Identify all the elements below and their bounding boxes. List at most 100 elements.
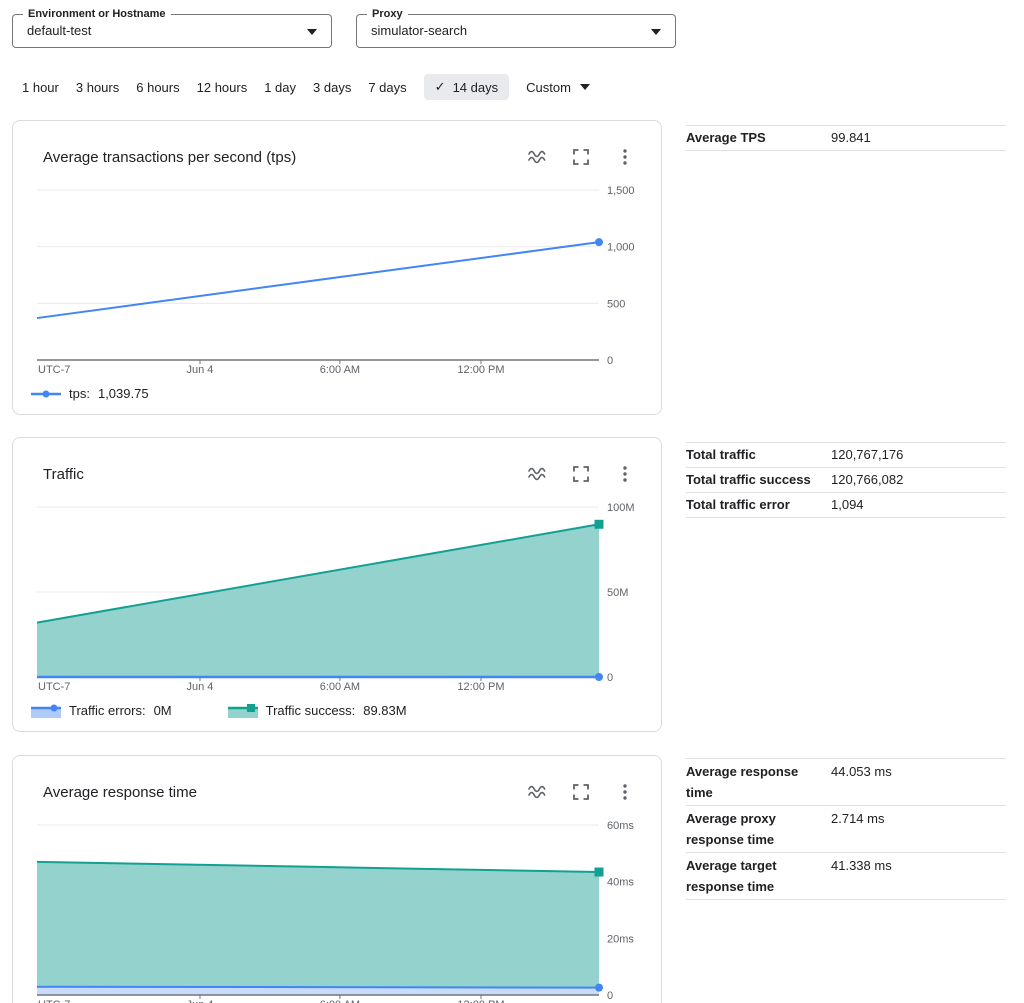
card-average-response-time: Average response time UTC-7Jun 46:00 AM1… [12,755,662,1003]
time-range-label: Custom [526,80,571,95]
svg-text:Jun 4: Jun 4 [187,681,214,693]
time-range-label: 1 hour [22,80,59,95]
svg-text:Jun 4: Jun 4 [187,364,214,376]
stat-value: 99.841 [831,130,1006,146]
time-range-custom[interactable]: Custom [526,75,590,100]
legend-swatch-icon [31,387,61,401]
legend-tps[interactable]: tps: 1,039.75 [31,386,149,401]
time-range-label: 7 days [368,80,406,95]
stat-label: Average TPS [686,130,831,146]
fullscreen-icon[interactable] [571,147,591,167]
stat-value: 44.053 ms [831,761,1006,803]
time-range-label: 3 days [313,80,351,95]
time-range-1-hour[interactable]: 1 hour [22,75,59,100]
legend-value: 1,039.75 [98,386,149,401]
svg-text:100M: 100M [607,502,635,514]
svg-text:12:00 PM: 12:00 PM [457,364,504,376]
time-range-selector: 1 hour 3 hours 6 hours 12 hours 1 day 3 days 7… [22,74,590,100]
card-actions [527,782,635,802]
svg-text:UTC-7: UTC-7 [38,364,70,376]
card-actions [527,147,635,167]
fullscreen-icon[interactable] [571,464,591,484]
dropdown-arrow-icon [580,84,590,90]
svg-text:1,000: 1,000 [607,242,635,254]
svg-text:40ms: 40ms [607,877,634,889]
stat-row: Average response time44.053 ms [686,758,1006,805]
svg-text:20ms: 20ms [607,933,634,945]
stat-value: 2.714 ms [831,808,1006,850]
response-time-chart-canvas: UTC-7Jun 46:00 AM12:00 PM020ms40ms60ms [13,820,661,1003]
legend-label: Traffic errors: [69,703,146,718]
card-traffic: Traffic UTC-7Jun 46:00 AM12:00 PM050M100… [12,437,662,732]
legend-value: 0M [154,703,172,718]
time-range-12-hours[interactable]: 12 hours [197,75,248,100]
proxy-select-value: simulator-search [371,15,467,47]
stats-table-tps: Average TPS99.841 [686,125,1006,151]
time-range-3-days[interactable]: 3 days [313,75,351,100]
stat-label: Total traffic error [686,497,831,513]
time-range-label: 14 days [453,80,499,95]
legend-label: Traffic success: [266,703,356,718]
legend-swatch-icon [228,704,258,718]
stat-label: Total traffic success [686,472,831,488]
time-range-7-days[interactable]: 7 days [368,75,406,100]
time-range-3-hours[interactable]: 3 hours [76,75,119,100]
stat-row: Total traffic error1,094 [686,492,1006,517]
traffic-chart-canvas: UTC-7Jun 46:00 AM12:00 PM050M100M [13,502,661,694]
environment-select-value: default-test [27,15,91,47]
legend-label: tps: [69,386,90,401]
card-header: Average transactions per second (tps) [13,121,661,185]
chart-title: Traffic [43,466,527,483]
svg-text:1,500: 1,500 [607,185,635,197]
svg-text:500: 500 [607,298,625,310]
stats-table-traffic: Total traffic120,767,176Total traffic su… [686,442,1006,518]
stat-row: Average target response time41.338 ms [686,852,1006,899]
svg-text:Jun 4: Jun 4 [187,999,214,1003]
dropdown-arrow-icon [651,29,661,35]
stats-table-response-time: Average response time44.053 msAverage pr… [686,758,1006,900]
stat-row: Total traffic success120,766,082 [686,467,1006,492]
chart-legend: Traffic errors: 0M Traffic success:89.83M [31,703,661,718]
card-header: Average response time [13,756,661,820]
time-range-1-day[interactable]: 1 day [264,75,296,100]
svg-text:UTC-7: UTC-7 [38,681,70,693]
chart-style-icon[interactable] [527,782,547,802]
check-icon: ✓ [435,79,446,95]
stat-label: Average response time [686,761,831,803]
stat-value: 1,094 [831,497,1006,513]
legend-traffic-success[interactable]: Traffic success:89.83M [228,703,407,718]
legend-swatch-icon [31,704,61,718]
time-range-label: 6 hours [136,80,179,95]
svg-text:12:00 PM: 12:00 PM [457,681,504,693]
stat-value: 41.338 ms [831,855,1006,897]
time-range-label: 1 day [264,80,296,95]
fullscreen-icon[interactable] [571,782,591,802]
card-header: Traffic [13,438,661,502]
svg-text:6:00 AM: 6:00 AM [320,681,360,693]
apigee-proxy-performance-dashboard: Environment or Hostname default-test Pro… [0,0,1024,1003]
svg-text:0: 0 [607,990,613,1002]
stat-row: Average proxy response time2.714 ms [686,805,1006,852]
chart-title: Average transactions per second (tps) [43,149,527,166]
chart-title: Average response time [43,784,527,801]
environment-select[interactable]: Environment or Hostname default-test [12,14,332,48]
more-vert-icon[interactable] [615,464,635,484]
svg-text:50M: 50M [607,587,628,599]
more-vert-icon[interactable] [615,782,635,802]
svg-text:0: 0 [607,355,613,367]
stat-value: 120,766,082 [831,472,1006,488]
time-range-6-hours[interactable]: 6 hours [136,75,179,100]
time-range-14-days[interactable]: ✓ 14 days [424,74,509,100]
svg-text:UTC-7: UTC-7 [38,999,70,1003]
proxy-select[interactable]: Proxy simulator-search [356,14,676,48]
tps-chart-canvas: UTC-7 Jun 4 6:00 AM 12:00 PM 0 500 1,000 1,500 [13,185,661,377]
chart-legend: tps: 1,039.75 [31,386,661,401]
chart-style-icon[interactable] [527,147,547,167]
svg-text:6:00 AM: 6:00 AM [320,364,360,376]
dropdown-arrow-icon [307,29,317,35]
chart-style-icon[interactable] [527,464,547,484]
legend-traffic-errors[interactable]: Traffic errors: 0M [31,703,172,718]
stat-row: Average TPS99.841 [686,125,1006,150]
more-vert-icon[interactable] [615,147,635,167]
stat-row: Total traffic120,767,176 [686,442,1006,467]
